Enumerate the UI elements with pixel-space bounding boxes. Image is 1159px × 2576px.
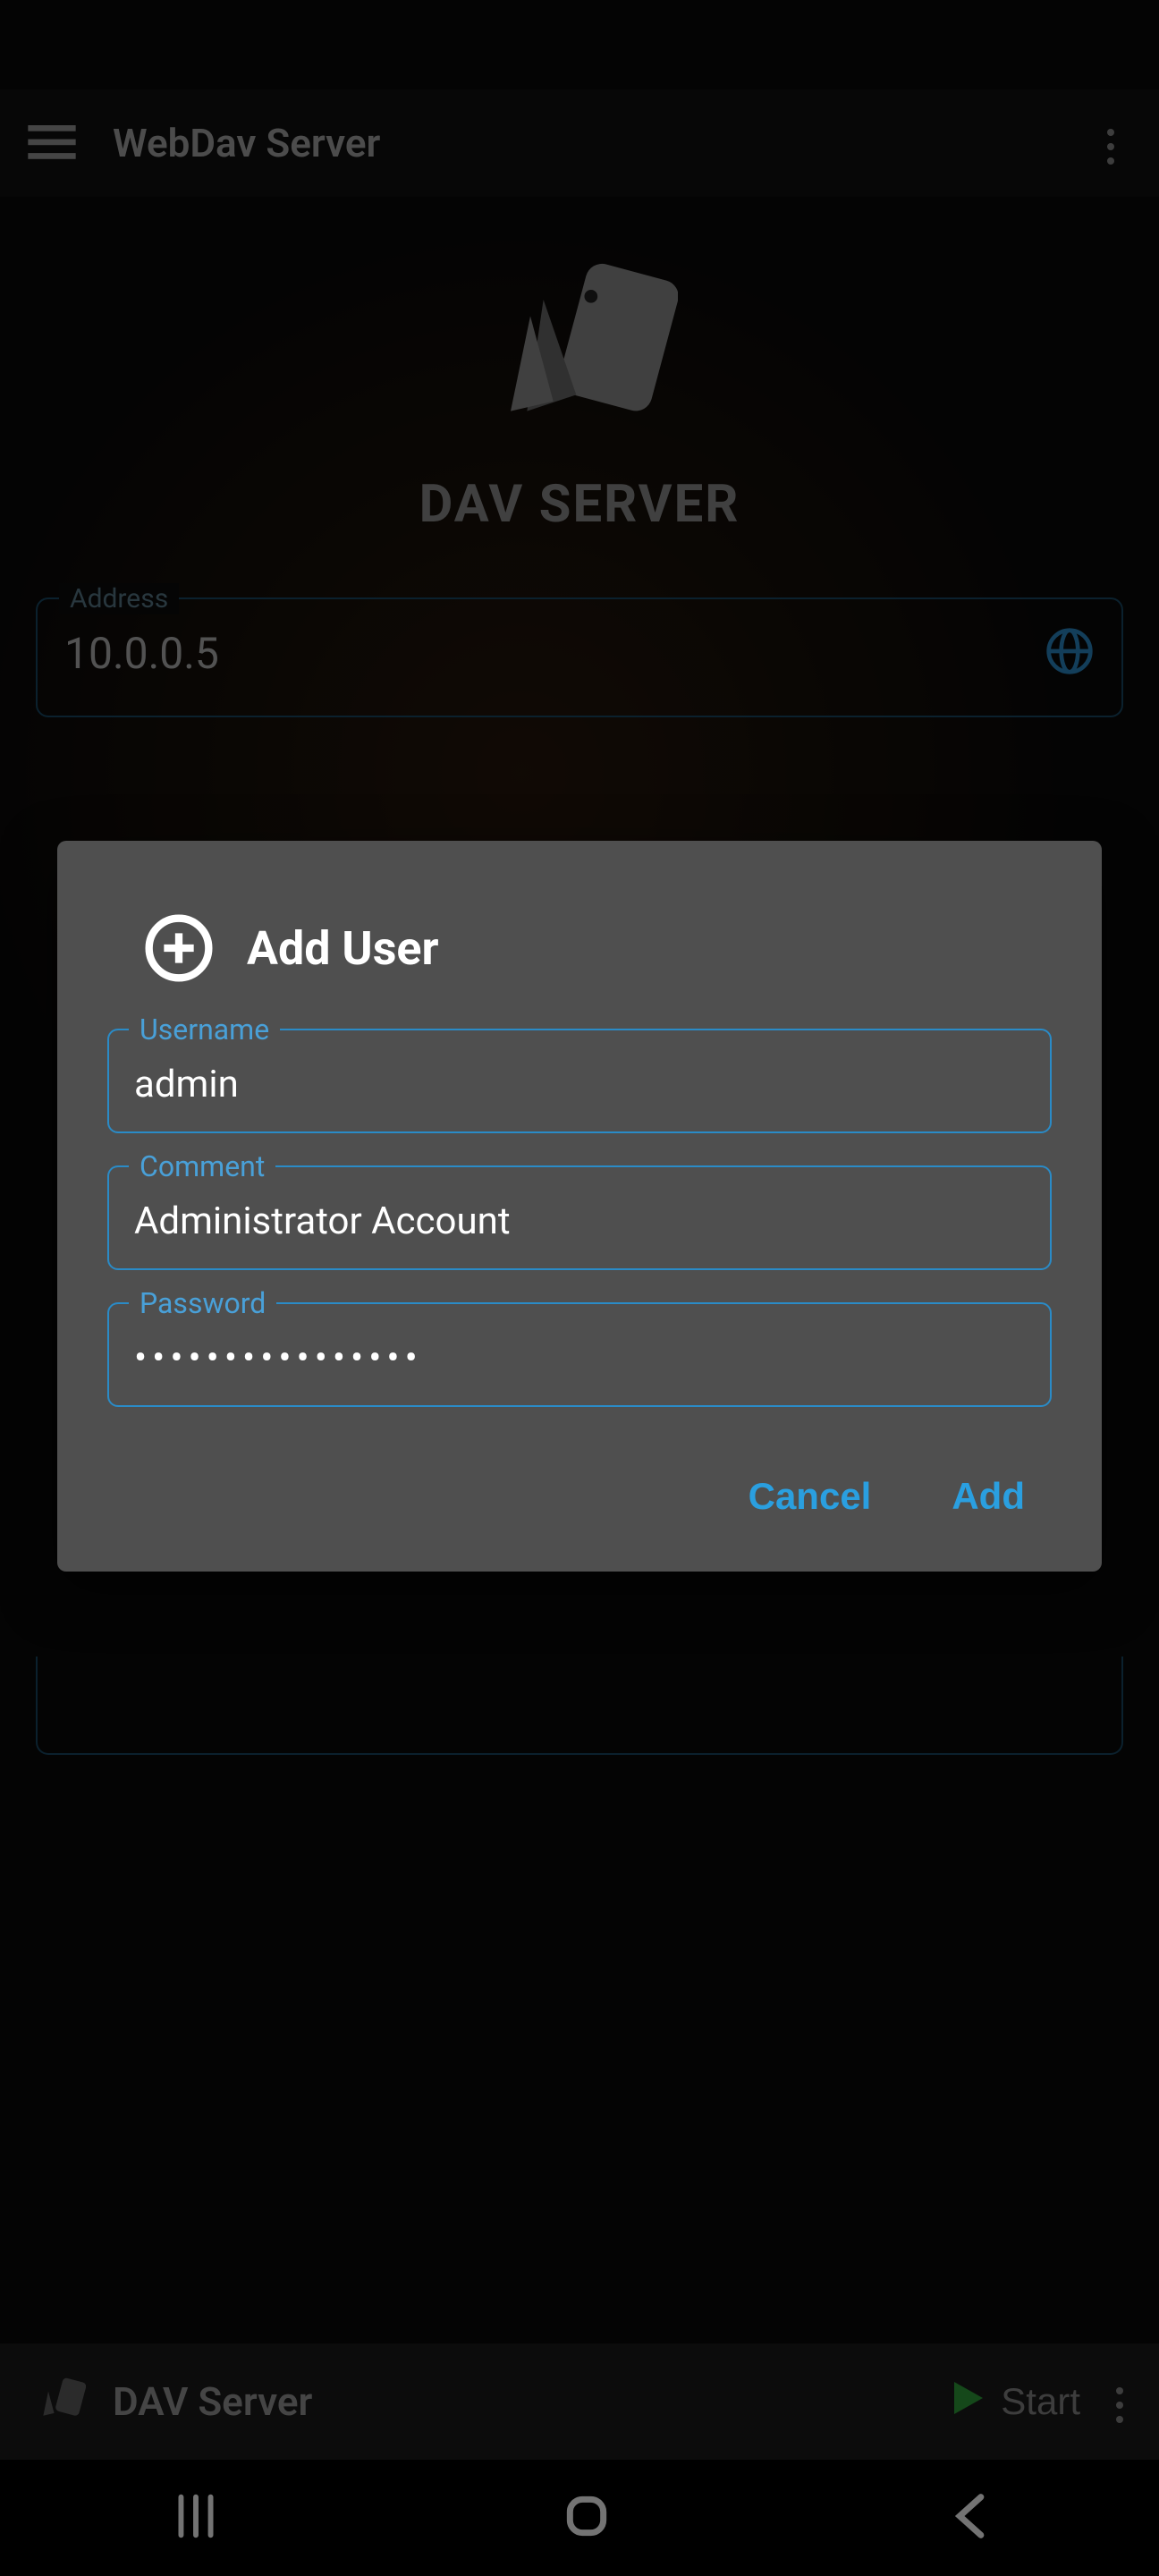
add-button[interactable]: Add	[952, 1475, 1025, 1518]
password-label: Password	[129, 1286, 276, 1320]
dialog-title: Add User	[247, 921, 439, 976]
add-user-dialog: Add User Username Comment Password •••••…	[57, 841, 1102, 1572]
add-circle-icon	[143, 912, 215, 984]
cancel-button[interactable]: Cancel	[749, 1475, 872, 1518]
password-input[interactable]: ••••••••••••••••	[134, 1336, 1025, 1380]
comment-input[interactable]	[134, 1199, 1025, 1243]
username-field[interactable]: Username	[107, 1029, 1052, 1133]
username-label: Username	[129, 1013, 280, 1046]
comment-field[interactable]: Comment	[107, 1165, 1052, 1270]
comment-label: Comment	[129, 1149, 275, 1183]
password-field[interactable]: Password ••••••••••••••••	[107, 1302, 1052, 1407]
username-input[interactable]	[134, 1063, 1025, 1106]
